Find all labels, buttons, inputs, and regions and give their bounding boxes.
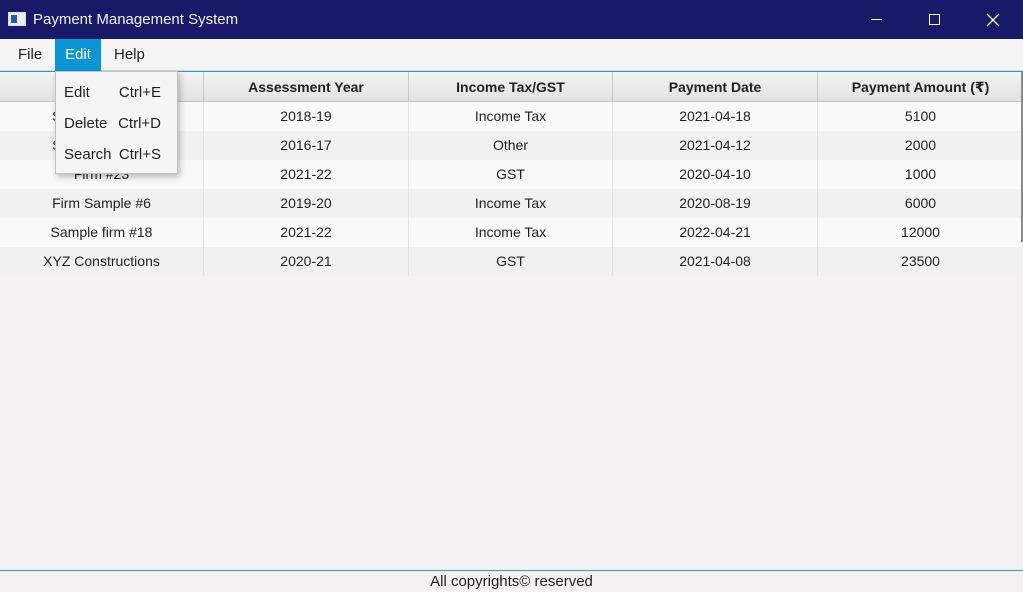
- footer-copyright: All copyrights© reserved: [0, 571, 1023, 592]
- close-icon: [986, 13, 1000, 26]
- cell-payment-date: 2021-04-08: [613, 247, 818, 276]
- cell-tax-type: Income Tax: [409, 218, 613, 247]
- column-header-payment-amount[interactable]: Payment Amount (₹): [818, 72, 1023, 102]
- cell-payment-amount: 23500: [901, 253, 940, 269]
- cell-assessment-year: 2016-17: [204, 131, 409, 160]
- cell-payment-amount: 6000: [904, 195, 937, 211]
- menu-file[interactable]: File: [8, 39, 52, 71]
- cell-payment-amount: 1000: [904, 166, 937, 182]
- menu-item-shortcut: Ctrl+E: [118, 84, 161, 101]
- column-header-payment-date[interactable]: Payment Date: [613, 72, 818, 102]
- cell-assessment-year: 2021-22: [204, 218, 409, 247]
- column-header-tax-type[interactable]: Income Tax/GST: [409, 72, 613, 102]
- cell-tax-type: Other: [409, 131, 613, 160]
- cell-payment-date: 2022-04-21: [613, 218, 818, 247]
- cell-assessment-year: 2018-19: [204, 102, 409, 131]
- cell-payment-date: 2020-04-10: [613, 160, 818, 189]
- edit-menu-dropdown: Edit Ctrl+E Delete Ctrl+D Search Ctrl+S: [55, 71, 178, 174]
- cell-tax-type: GST: [409, 247, 613, 276]
- window-title: Payment Management System: [33, 11, 239, 28]
- minimize-button[interactable]: [847, 0, 905, 39]
- cell-firm-name: Firm Sample #6: [0, 189, 204, 218]
- title-bar: Payment Management System: [0, 0, 1023, 39]
- maximize-button[interactable]: [905, 0, 963, 39]
- window-app-icon: [8, 12, 26, 26]
- close-button[interactable]: [964, 0, 1022, 39]
- menu-item-edit[interactable]: Edit Ctrl+E: [56, 77, 177, 108]
- menu-item-label: Search: [64, 146, 112, 163]
- column-header-assessment-year[interactable]: Assessment Year: [204, 72, 409, 102]
- maximize-icon: [928, 14, 940, 25]
- menu-help[interactable]: Help: [104, 39, 155, 71]
- cell-assessment-year: 2019-20: [204, 189, 409, 218]
- cell-payment-date: 2021-04-18: [613, 102, 818, 131]
- table-row[interactable]: Firm Sample #6 2019-20 Income Tax 2020-0…: [0, 189, 1023, 218]
- cell-tax-type: GST: [409, 160, 613, 189]
- cell-payment-date: 2021-04-12: [613, 131, 818, 160]
- cell-payment-amount: 2000: [904, 137, 937, 153]
- menu-item-shortcut: Ctrl+S: [118, 146, 161, 163]
- menu-edit[interactable]: Edit: [55, 39, 101, 71]
- menu-bar: File Edit Help: [0, 39, 1023, 71]
- cell-payment-amount: 5100: [904, 108, 937, 124]
- cell-assessment-year: 2020-21: [204, 247, 409, 276]
- menu-item-label: Edit: [64, 84, 90, 101]
- menu-item-search[interactable]: Search Ctrl+S: [56, 139, 177, 170]
- table-row[interactable]: XYZ Constructions 2020-21 GST 2021-04-08…: [0, 247, 1023, 276]
- cell-assessment-year: 2021-22: [204, 160, 409, 189]
- cell-tax-type: Income Tax: [409, 102, 613, 131]
- cell-firm-name: XYZ Constructions: [0, 247, 204, 276]
- cell-payment-amount: 12000: [901, 224, 940, 240]
- cell-tax-type: Income Tax: [409, 189, 613, 218]
- cell-firm-name: Sample firm #18: [0, 218, 204, 247]
- minimize-icon: [870, 19, 882, 20]
- menu-item-delete[interactable]: Delete Ctrl+D: [56, 108, 177, 139]
- cell-payment-date: 2020-08-19: [613, 189, 818, 218]
- table-row[interactable]: Sample firm #18 2021-22 Income Tax 2022-…: [0, 218, 1023, 247]
- menu-item-shortcut: Ctrl+D: [118, 115, 161, 132]
- menu-item-label: Delete: [64, 115, 108, 132]
